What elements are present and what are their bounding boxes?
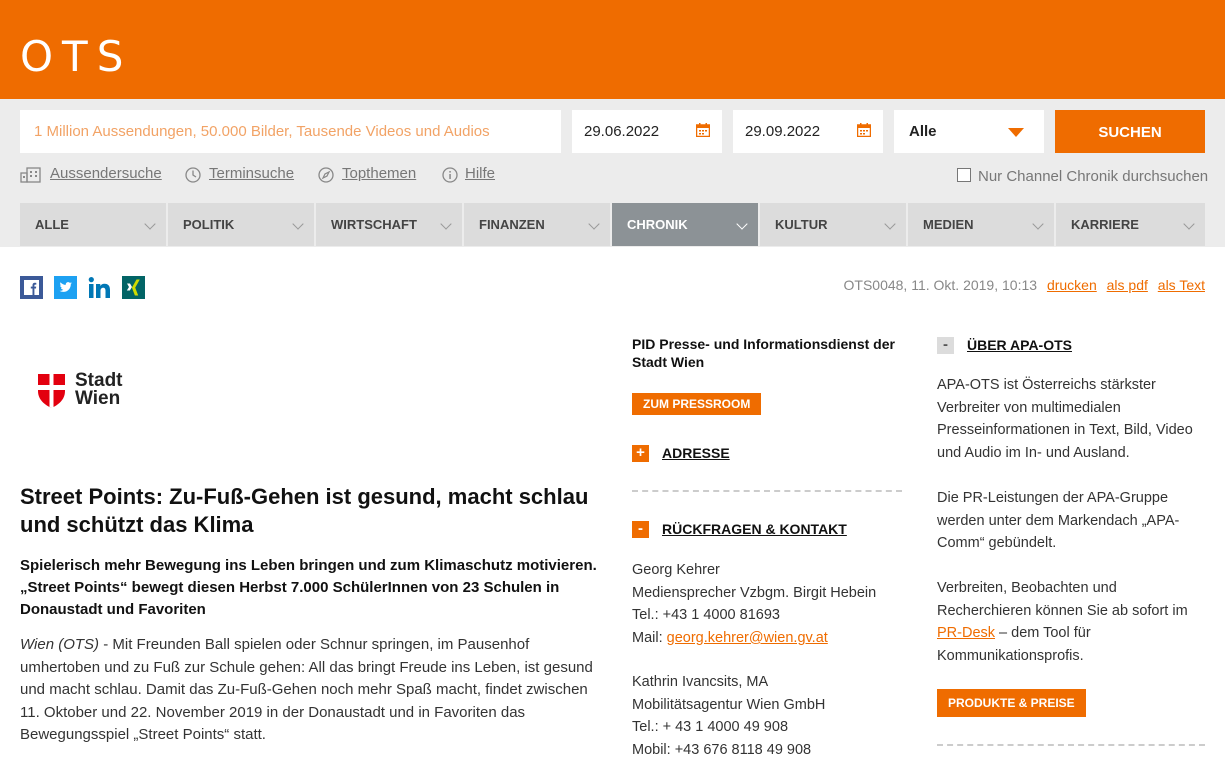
pdf-link[interactable]: als pdf	[1107, 277, 1148, 293]
tab-finanzen[interactable]: FINANZEN	[464, 203, 610, 246]
date-from-field[interactable]: 29.06.2022	[572, 110, 722, 153]
chevron-down-icon	[144, 218, 156, 230]
building-icon	[20, 167, 41, 183]
calendar-icon[interactable]	[696, 123, 710, 137]
contact-block-2: Kathrin Ivancsits, MA Mobilitätsagentur …	[632, 674, 826, 758]
category-nav: ALLE POLITIK WIRTSCHAFT FINANZEN CHRONIK…	[20, 203, 1205, 246]
divider	[937, 744, 1205, 746]
stadt-wien-wordmark: Stadt Wien	[75, 370, 123, 409]
article-meta: OTS0048, 11. Okt. 2019, 10:13 drucken al…	[844, 277, 1206, 293]
text-link[interactable]: als Text	[1158, 277, 1205, 293]
link-topthemen[interactable]: Topthemen	[318, 165, 416, 183]
email-link[interactable]: georg.kehrer@wien.gv.at	[667, 630, 828, 646]
products-prices-button[interactable]: PRODUKTE & PREISE	[937, 689, 1086, 717]
article-meta-info: OTS0048, 11. Okt. 2019, 10:13	[843, 277, 1038, 293]
pr-desk-link[interactable]: PR-Desk	[937, 625, 995, 641]
contact-block-1: Georg Kehrer Mediensprecher Vzbgm. Birgi…	[632, 562, 877, 646]
ots-logo[interactable]: OTS	[20, 32, 132, 81]
chevron-down-icon	[1183, 218, 1195, 230]
compass-icon	[318, 167, 334, 183]
sender-box: PID Presse- und Informationsdienst der S…	[632, 335, 902, 415]
link-hilfe[interactable]: Hilfe	[442, 165, 495, 183]
tab-politik[interactable]: POLITIK	[168, 203, 314, 246]
linkedin-icon[interactable]	[88, 276, 111, 299]
facebook-icon[interactable]	[20, 276, 43, 299]
tab-kultur[interactable]: KULTUR	[760, 203, 906, 246]
chevron-down-icon	[588, 218, 600, 230]
category-select[interactable]: Alle	[894, 110, 1044, 153]
divider	[632, 490, 902, 492]
info-icon	[442, 167, 458, 183]
stadt-wien-logo	[38, 374, 65, 408]
date-from-value: 29.06.2022	[584, 123, 660, 140]
tab-chronik[interactable]: CHRONIK	[612, 203, 758, 246]
clock-icon	[185, 167, 201, 183]
search-button[interactable]: SUCHEN	[1055, 110, 1205, 153]
dropdown-arrow-icon	[1008, 128, 1024, 137]
channel-checkbox-label: Nur Channel Chronik durchsuchen	[978, 168, 1209, 185]
about-toggle[interactable]: ÜBER APA-OTS	[967, 337, 1072, 353]
article-dateline: Wien (OTS)	[20, 636, 100, 653]
collapse-icon[interactable]: -	[632, 521, 649, 538]
contact-toggle[interactable]: RÜCKFRAGEN & KONTAKT	[662, 521, 847, 537]
category-select-value: Alle	[909, 123, 937, 140]
chevron-down-icon	[1032, 218, 1044, 230]
calendar-icon[interactable]	[857, 123, 871, 137]
link-terminsuche[interactable]: Terminsuche	[185, 165, 294, 183]
chevron-down-icon	[292, 218, 304, 230]
tab-wirtschaft[interactable]: WIRTSCHAFT	[316, 203, 462, 246]
about-text-1: APA-OTS ist Österreichs stärkster Verbre…	[937, 377, 1193, 461]
pressroom-button[interactable]: ZUM PRESSROOM	[632, 393, 762, 415]
xing-icon[interactable]	[122, 276, 145, 299]
about-text-3: Verbreiten, Beobachten und Recherchieren…	[937, 580, 1188, 664]
article-body-text: - Mit Freunden Ball spielen oder Schnur …	[20, 636, 593, 743]
twitter-icon[interactable]	[54, 276, 77, 299]
chevron-down-icon	[440, 218, 452, 230]
link-aussendersuche[interactable]: Aussendersuche	[20, 165, 162, 183]
tab-alle[interactable]: ALLE	[20, 203, 166, 246]
date-to-field[interactable]: 29.09.2022	[733, 110, 883, 153]
print-link[interactable]: drucken	[1047, 277, 1097, 293]
expand-icon[interactable]: +	[632, 445, 649, 462]
channel-checkbox[interactable]: Nur Channel Chronik durchsuchen	[957, 168, 1208, 185]
search-input[interactable]	[20, 110, 561, 153]
about-text-2: Die PR-Leistungen der APA-Gruppe werden …	[937, 490, 1180, 552]
article-title: Street Points: Zu-Fuß-Gehen ist gesund, …	[20, 484, 589, 537]
article-body: Wien (OTS) - Mit Freunden Ball spielen o…	[20, 634, 600, 747]
tab-karriere[interactable]: KARRIERE	[1056, 203, 1205, 246]
checkbox-box[interactable]	[957, 168, 971, 182]
chevron-down-icon	[884, 218, 896, 230]
chevron-down-icon	[736, 218, 748, 230]
header-bar: OTS	[0, 0, 1225, 99]
products-button-wrap: PRODUKTE & PREISE	[937, 689, 1086, 717]
tab-medien[interactable]: MEDIEN	[908, 203, 1054, 246]
search-zone: 29.06.2022 29.09.2022 Alle SUCHEN	[0, 99, 1225, 247]
address-toggle[interactable]: ADRESSE	[662, 445, 730, 461]
date-to-value: 29.09.2022	[745, 123, 821, 140]
collapse-icon[interactable]: -	[937, 337, 954, 354]
article-lead: Spielerisch mehr Bewegung ins Leben brin…	[20, 557, 597, 618]
sender-name[interactable]: PID Presse- und Informationsdienst der S…	[632, 335, 902, 371]
